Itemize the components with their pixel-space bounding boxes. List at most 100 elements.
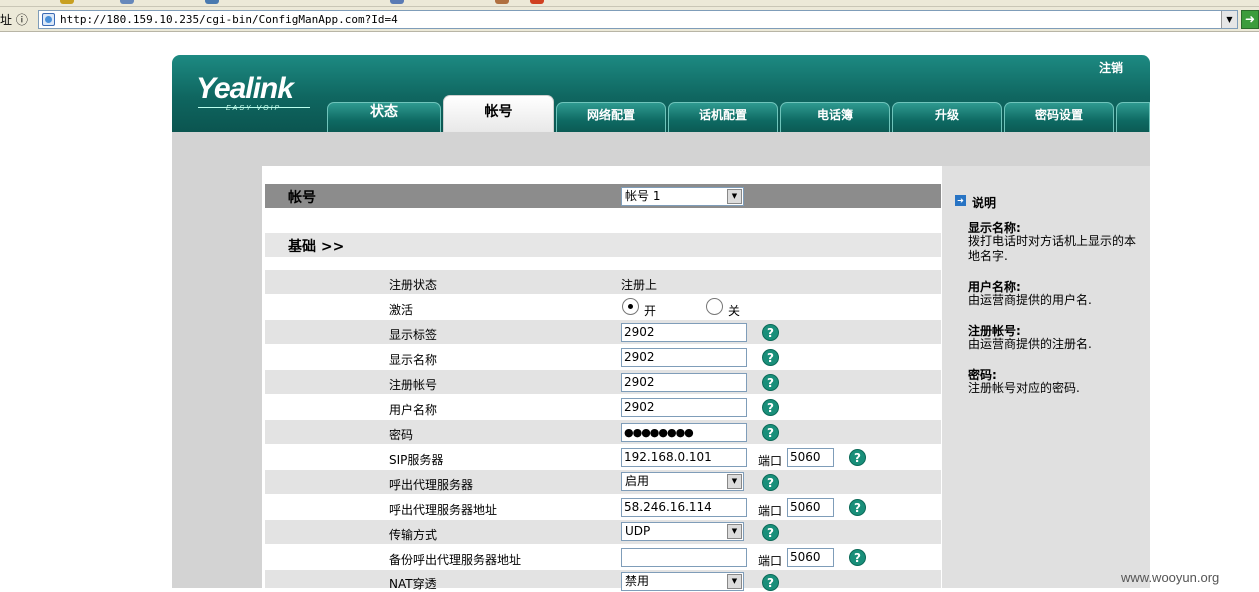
logo: Yealink — [196, 72, 294, 105]
outbound-proxy-addr-label: 呼出代理服务器地址 — [389, 503, 498, 517]
help-icon[interactable]: ? — [762, 574, 779, 591]
table-row — [265, 320, 941, 344]
help-icon[interactable]: ? — [762, 524, 779, 541]
help-item-body: 拨打电话时对方话机上显示的本地名字. — [968, 234, 1137, 263]
activate-on-radio[interactable] — [622, 298, 639, 315]
outbound-proxy-label: 呼出代理服务器 — [389, 478, 474, 492]
sip-server-label: SIP服务器 — [389, 453, 444, 467]
address-label: 址 ⓘ — [0, 13, 28, 27]
basic-section-title[interactable]: 基础 >> — [288, 236, 344, 256]
toolbar-icon[interactable] — [390, 0, 404, 4]
tab-status[interactable]: 状态 — [327, 102, 441, 132]
toolbar-icon[interactable] — [495, 0, 509, 4]
toolbar-icon[interactable] — [530, 0, 544, 4]
activate-label: 激活 — [389, 303, 414, 317]
content-top-band — [172, 132, 1150, 166]
display-name-input[interactable]: 2902 — [621, 348, 747, 367]
browser-toolbar — [0, 0, 1259, 7]
table-row — [265, 270, 941, 294]
transport-label: 传输方式 — [389, 528, 438, 542]
watermark: www.wooyun.org — [1121, 570, 1220, 585]
go-button[interactable]: ➜ — [1241, 10, 1259, 29]
table-row — [265, 545, 941, 569]
url-text[interactable]: http://180.159.10.235/cgi-bin/ConfigManA… — [60, 13, 398, 26]
port-label: 端口 — [758, 454, 783, 468]
tab-overflow — [1116, 102, 1150, 132]
chevron-down-icon[interactable]: ▼ — [727, 524, 742, 539]
password-label: 密码 — [389, 428, 414, 442]
outbound-proxy-addr-input[interactable]: 58.246.16.114 — [621, 498, 747, 517]
nat-value: 禁用 — [625, 574, 650, 588]
basic-section-title-text: 基础 >> — [288, 239, 345, 255]
page-icon — [42, 13, 55, 26]
table-row — [265, 395, 941, 419]
tab-network[interactable]: 网络配置 — [556, 102, 666, 132]
help-icon[interactable]: ? — [849, 549, 866, 566]
outbound-proxy-select[interactable]: 启用 ▼ — [621, 472, 744, 491]
outbound-proxy-port-input[interactable]: 5060 — [787, 498, 834, 517]
account-header-bar — [265, 184, 941, 208]
tab-password[interactable]: 密码设置 — [1004, 102, 1114, 132]
outbound-proxy-value: 启用 — [625, 474, 650, 488]
chevron-down-icon[interactable]: ▼ — [1221, 11, 1237, 28]
sip-port-input[interactable]: 5060 — [787, 448, 834, 467]
arrow-right-icon: ➜ — [955, 195, 966, 206]
user-name-input[interactable]: 2902 — [621, 398, 747, 417]
help-icon[interactable]: ? — [849, 499, 866, 516]
help-icon[interactable]: ? — [762, 324, 779, 341]
tab-account[interactable]: 帐号 — [443, 95, 554, 132]
chevron-down-icon[interactable]: ▼ — [727, 474, 742, 489]
table-row — [265, 520, 941, 544]
transport-select[interactable]: UDP ▼ — [621, 522, 744, 541]
port-label: 端口 — [758, 554, 783, 568]
display-name-label: 显示名称 — [389, 353, 438, 367]
display-label-input[interactable]: 2902 — [621, 323, 747, 342]
sip-server-input[interactable]: 192.168.0.101 — [621, 448, 747, 467]
help-panel-title: 说明 — [972, 196, 997, 210]
logout-link[interactable]: 注销 — [1099, 59, 1123, 76]
backup-proxy-port-input[interactable]: 5060 — [787, 548, 834, 567]
activate-off-radio[interactable] — [706, 298, 723, 315]
tab-upgrade[interactable]: 升级 — [892, 102, 1002, 132]
address-bar-row: 址 ⓘ http://180.159.10.235/cgi-bin/Config… — [0, 7, 1259, 32]
help-item-body: 由运营商提供的注册名. — [968, 337, 1092, 351]
account-title: 帐号 — [288, 190, 316, 206]
table-row — [265, 345, 941, 369]
table-row — [265, 420, 941, 444]
help-item-body: 由运营商提供的用户名. — [968, 293, 1092, 307]
nat-select[interactable]: 禁用 ▼ — [621, 572, 744, 591]
table-row — [265, 570, 941, 588]
port-label: 端口 — [758, 504, 783, 518]
tab-phone[interactable]: 话机配置 — [668, 102, 778, 132]
table-row — [265, 445, 941, 469]
account-select[interactable]: 帐号 1 ▼ — [621, 187, 744, 206]
help-icon[interactable]: ? — [762, 349, 779, 366]
help-icon[interactable]: ? — [762, 474, 779, 491]
chevron-down-icon[interactable]: ▼ — [727, 574, 742, 589]
logo-tagline: EASY VOIP — [226, 105, 282, 112]
tab-phonebook[interactable]: 电话簿 — [780, 102, 890, 132]
reg-status-label: 注册状态 — [389, 278, 438, 292]
toolbar-icon[interactable] — [60, 0, 74, 4]
address-input[interactable]: http://180.159.10.235/cgi-bin/ConfigManA… — [38, 10, 1238, 29]
help-icon[interactable]: ? — [762, 424, 779, 441]
user-name-label: 用户名称 — [389, 403, 438, 417]
help-item-body: 注册帐号对应的密码. — [968, 381, 1080, 395]
help-icon[interactable]: ? — [849, 449, 866, 466]
activate-off-label: 关 — [728, 304, 741, 318]
help-icon[interactable]: ? — [762, 374, 779, 391]
help-icon[interactable]: ? — [762, 399, 779, 416]
toolbar-icon[interactable] — [205, 0, 219, 4]
backup-proxy-addr-input[interactable] — [621, 548, 747, 567]
account-select-value: 帐号 1 — [625, 189, 661, 203]
reg-status-value: 注册上 — [621, 278, 658, 292]
password-input[interactable]: ●●●●●●●● — [621, 423, 747, 442]
register-name-input[interactable]: 2902 — [621, 373, 747, 392]
display-label-label: 显示标签 — [389, 328, 438, 342]
table-row — [265, 295, 941, 319]
activate-on-label: 开 — [644, 304, 657, 318]
backup-proxy-addr-label: 备份呼出代理服务器地址 — [389, 553, 522, 567]
chevron-down-icon[interactable]: ▼ — [727, 189, 742, 204]
table-row — [265, 495, 941, 519]
toolbar-icon[interactable] — [120, 0, 134, 4]
